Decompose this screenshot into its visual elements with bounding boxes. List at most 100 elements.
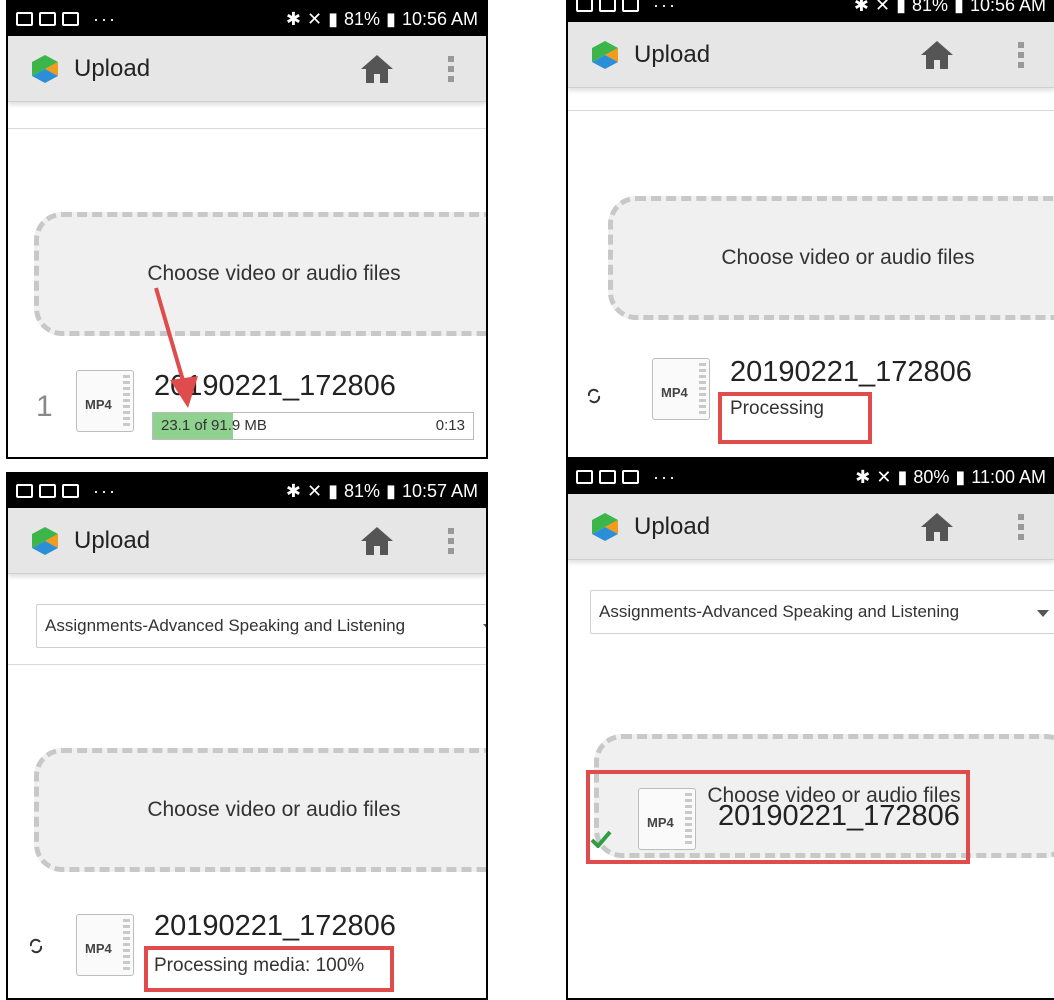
- logo-icon: [32, 54, 58, 83]
- item-index: 1: [36, 390, 53, 423]
- status-bar: ··· ✱ ✕ ▮ 81% ▮ 10:57 AM: [8, 474, 486, 508]
- mute-icon: ✕: [307, 480, 323, 501]
- clock: 10:56 AM: [969, 0, 1046, 15]
- mail-icon: [622, 0, 639, 12]
- status-bar: ··· ✱ ✕ ▮ 81% ▮ 10:56 AM: [8, 2, 486, 36]
- dropdown-caret-icon: [483, 624, 486, 631]
- dropdown-caret-icon: [1037, 610, 1049, 617]
- mail-icon: [599, 0, 616, 12]
- choose-files-dropzone[interactable]: Choose video or audio files: [608, 196, 1054, 320]
- mp4-file-icon: MP4: [652, 358, 710, 420]
- home-icon[interactable]: [360, 54, 394, 84]
- clock: 10:56 AM: [401, 8, 478, 29]
- home-icon[interactable]: [920, 512, 954, 542]
- image-icon: [599, 470, 616, 484]
- mail-icon: [622, 470, 639, 484]
- sync-icon: [587, 388, 601, 404]
- logo-icon: [592, 512, 618, 541]
- app-bar: Upload: [568, 22, 1054, 88]
- more-vert-icon[interactable]: [1018, 42, 1026, 68]
- app-bar: Upload: [568, 494, 1054, 560]
- upload-screen-2: ··· ✱ ✕ ▮ 81% ▮ 10:56 AM Upload Choose v…: [566, 0, 1054, 459]
- more-notifications-icon: ···: [93, 8, 117, 29]
- highlight-box: [144, 946, 394, 992]
- upload-screen-1: ··· ✱ ✕ ▮ 81% ▮ 10:56 AM Upload Choose v…: [6, 0, 488, 459]
- dropzone-label: Choose video or audio files: [721, 246, 975, 269]
- battery-percent: 81%: [912, 0, 949, 15]
- home-icon[interactable]: [920, 40, 954, 70]
- time-remaining: 0:13: [435, 417, 465, 434]
- highlight-box: [586, 770, 970, 864]
- mail-icon: [16, 12, 33, 26]
- divider: [568, 110, 1054, 111]
- bluetooth-icon: ✱: [855, 466, 871, 487]
- page-title: Upload: [74, 54, 151, 82]
- mail-icon: [576, 470, 593, 484]
- bluetooth-icon: ✱: [285, 8, 301, 29]
- bluetooth-icon: ✱: [853, 0, 869, 15]
- notification-icons: ···: [16, 481, 117, 502]
- image-icon: [39, 12, 56, 26]
- divider: [8, 664, 486, 665]
- clock: 10:57 AM: [401, 480, 478, 501]
- battery-percent: 81%: [344, 8, 381, 29]
- more-vert-icon[interactable]: [448, 528, 456, 554]
- bluetooth-icon: ✱: [285, 480, 301, 501]
- progress-text: 23.1 of 91.9 MB: [161, 417, 267, 434]
- battery-icon: ▮: [954, 0, 964, 15]
- more-notifications-icon: ···: [93, 480, 117, 501]
- more-vert-icon[interactable]: [1018, 514, 1026, 540]
- battery-percent: 81%: [344, 480, 381, 501]
- mp4-file-icon: MP4: [76, 914, 134, 976]
- battery-percent: 80%: [913, 466, 950, 487]
- mp4-file-icon: MP4: [76, 370, 134, 432]
- mute-icon: ✕: [307, 8, 323, 29]
- folder-select[interactable]: Assignments-Advanced Speaking and Listen…: [36, 604, 486, 648]
- logo-icon: [592, 40, 618, 69]
- status-bar: ··· ✱ ✕ ▮ 80% ▮ 11:00 AM: [568, 460, 1054, 494]
- choose-files-dropzone[interactable]: Choose video or audio files: [34, 748, 486, 872]
- more-notifications-icon: ···: [653, 466, 677, 487]
- status-bar: ··· ✱ ✕ ▮ 81% ▮ 10:56 AM: [568, 0, 1054, 22]
- mail-icon: [39, 484, 56, 498]
- app-bar: Upload: [8, 36, 486, 102]
- more-vert-icon[interactable]: [448, 56, 456, 82]
- battery-icon: ▮: [955, 466, 966, 487]
- signal-icon: ▮: [896, 0, 906, 15]
- mail-icon: [62, 484, 79, 498]
- folder-select-value: Assignments-Advanced Speaking and Listen…: [45, 616, 406, 635]
- signal-icon: ▮: [328, 8, 338, 29]
- page-title: Upload: [74, 526, 151, 554]
- mute-icon: ✕: [876, 466, 892, 487]
- more-notifications-icon: ···: [653, 0, 677, 15]
- sync-icon: [29, 938, 43, 954]
- dropzone-label: Choose video or audio files: [147, 262, 401, 285]
- file-name: 20190221_172806: [154, 910, 396, 942]
- battery-icon: ▮: [386, 8, 396, 29]
- image-icon: [16, 484, 33, 498]
- clock: 11:00 AM: [971, 466, 1046, 487]
- home-icon[interactable]: [360, 526, 394, 556]
- battery-icon: ▮: [386, 480, 396, 501]
- folder-select[interactable]: Assignments-Advanced Speaking and Listen…: [590, 590, 1054, 634]
- mute-icon: ✕: [875, 0, 891, 15]
- dropzone-label: Choose video or audio files: [147, 798, 401, 821]
- folder-select-value: Assignments-Advanced Speaking and Listen…: [599, 602, 960, 621]
- mail-icon: [62, 12, 79, 26]
- logo-icon: [32, 526, 58, 555]
- signal-icon: ▮: [328, 480, 338, 501]
- signal-icon: ▮: [897, 466, 908, 487]
- page-title: Upload: [634, 40, 711, 68]
- highlight-box: [718, 392, 872, 444]
- upload-screen-3: ··· ✱ ✕ ▮ 81% ▮ 10:57 AM Upload Assignme…: [6, 472, 488, 1000]
- notification-icons: ···: [576, 0, 677, 16]
- notification-icons: ···: [16, 9, 117, 30]
- notification-icons: ···: [576, 467, 677, 488]
- image-icon: [576, 0, 593, 12]
- annotation-arrow: [154, 287, 198, 408]
- page-title: Upload: [634, 512, 711, 540]
- upload-progress-bar: 23.1 of 91.9 MB 0:13: [152, 412, 474, 440]
- choose-files-dropzone[interactable]: Choose video or audio files: [34, 212, 486, 336]
- app-bar: Upload: [8, 508, 486, 574]
- file-name: 20190221_172806: [730, 356, 972, 388]
